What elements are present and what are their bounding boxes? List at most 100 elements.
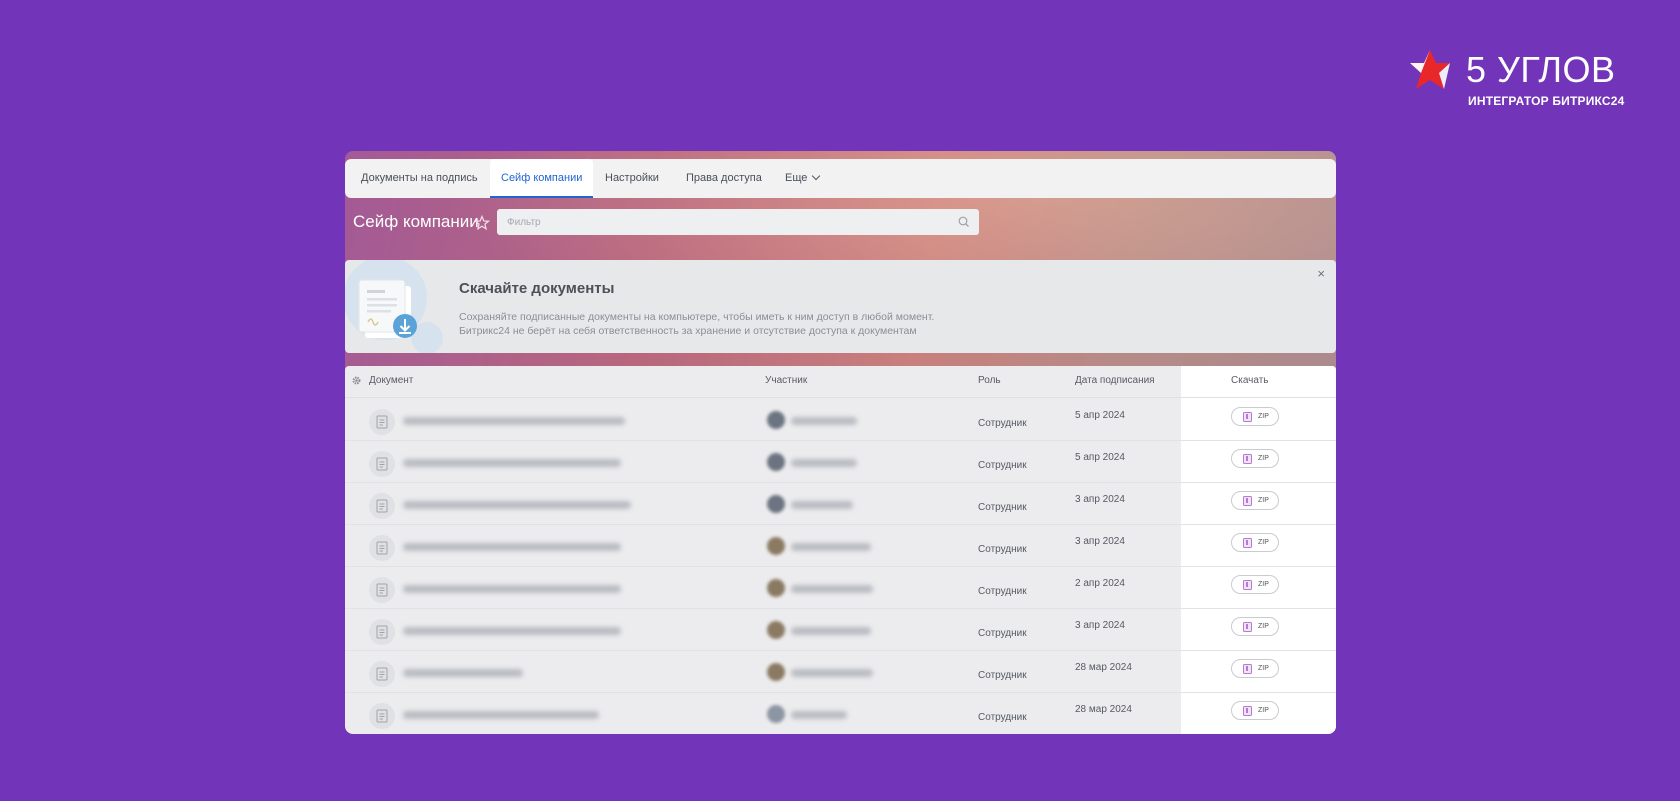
document-icon [369, 409, 395, 435]
role-cell: Сотрудник [978, 628, 1027, 639]
column-header-date[interactable]: Дата подписания [1075, 375, 1155, 386]
role-cell: Сотрудник [978, 586, 1027, 597]
filter-input[interactable] [497, 209, 979, 235]
zip-download-button[interactable]: ZIP [1231, 449, 1279, 468]
role-cell: Сотрудник [978, 502, 1027, 513]
close-icon[interactable]: × [1317, 266, 1325, 281]
participant-name-blurred[interactable] [791, 501, 853, 509]
table-row[interactable]: Сотрудник 2 апр 2024 ZIP [345, 566, 1336, 609]
document-name-blurred[interactable] [403, 711, 599, 719]
participant-name-blurred[interactable] [791, 459, 857, 467]
role-cell: Сотрудник [978, 670, 1027, 681]
avatar [767, 705, 785, 723]
avatar [767, 579, 785, 597]
zip-download-button[interactable]: ZIP [1231, 701, 1279, 720]
zip-download-button[interactable]: ZIP [1231, 575, 1279, 594]
zip-download-button[interactable]: ZIP [1231, 533, 1279, 552]
zip-label: ZIP [1258, 413, 1269, 420]
document-name-blurred[interactable] [403, 417, 625, 425]
column-header-document[interactable]: Документ [369, 375, 413, 386]
document-icon [369, 535, 395, 561]
avatar [767, 453, 785, 471]
document-icon [369, 703, 395, 729]
participant-name-blurred[interactable] [791, 711, 847, 719]
date-cell: 5 апр 2024 [1075, 452, 1125, 463]
document-name-blurred[interactable] [403, 543, 621, 551]
document-icon [369, 619, 395, 645]
zip-download-button[interactable]: ZIP [1231, 659, 1279, 678]
participant-name-blurred[interactable] [791, 585, 873, 593]
participant-name-blurred[interactable] [791, 417, 857, 425]
document-name-blurred[interactable] [403, 669, 523, 677]
star-logo-icon [1410, 50, 1450, 89]
date-cell: 3 апр 2024 [1075, 494, 1125, 505]
table-row[interactable]: Сотрудник 5 апр 2024 ZIP [345, 440, 1336, 483]
date-cell: 28 мар 2024 [1075, 704, 1132, 715]
document-icon [369, 451, 395, 477]
banner-text: Сохраняйте подписанные документы на комп… [459, 310, 934, 338]
page-title: Сейф компании [353, 212, 479, 231]
tab-bar: Документы на подпись Сейф компании Настр… [345, 159, 1336, 198]
zip-file-icon [1243, 706, 1252, 716]
avatar [767, 621, 785, 639]
participant-name-blurred[interactable] [791, 543, 871, 551]
table-row[interactable]: Сотрудник 3 апр 2024 ZIP [345, 482, 1336, 525]
date-cell: 3 апр 2024 [1075, 620, 1125, 631]
participant-name-blurred[interactable] [791, 627, 871, 635]
tab-documents-to-sign[interactable]: Документы на подпись [361, 159, 478, 198]
tab-company-safe[interactable]: Сейф компании [490, 159, 594, 198]
column-header-participant[interactable]: Участник [765, 375, 807, 386]
zip-label: ZIP [1258, 455, 1269, 462]
brand-name: 5 УГЛОВ [1466, 49, 1616, 90]
zip-label: ZIP [1258, 623, 1269, 630]
tab-more[interactable]: Еще [785, 159, 821, 198]
zip-file-icon [1243, 580, 1252, 590]
participant-name-blurred[interactable] [791, 669, 873, 677]
banner-title: Скачайте документы [459, 280, 615, 297]
table-row[interactable]: Сотрудник 3 апр 2024 ZIP [345, 524, 1336, 567]
role-cell: Сотрудник [978, 418, 1027, 429]
zip-label: ZIP [1258, 539, 1269, 546]
chevron-down-icon [812, 171, 821, 181]
document-name-blurred[interactable] [403, 627, 621, 635]
favorite-star-icon[interactable] [474, 215, 490, 231]
download-banner: Скачайте документы Сохраняйте подписанны… [345, 260, 1336, 353]
zip-label: ZIP [1258, 707, 1269, 714]
date-cell: 3 апр 2024 [1075, 536, 1125, 547]
date-cell: 28 мар 2024 [1075, 662, 1132, 673]
avatar [767, 411, 785, 429]
zip-download-button[interactable]: ZIP [1231, 617, 1279, 636]
column-header-download: Скачать [1231, 375, 1269, 386]
app-window: Документы на подпись Сейф компании Настр… [345, 151, 1336, 734]
avatar [767, 495, 785, 513]
zip-file-icon [1243, 664, 1252, 674]
avatar [767, 663, 785, 681]
date-cell: 2 апр 2024 [1075, 578, 1125, 589]
document-icon [369, 661, 395, 687]
tab-settings[interactable]: Настройки [605, 159, 659, 198]
brand-logo: 5 УГЛОВ ИНТЕГРАТОР БИТРИКС24 [1408, 48, 1624, 110]
zip-file-icon [1243, 538, 1252, 548]
document-icon [369, 577, 395, 603]
column-header-role[interactable]: Роль [978, 375, 1001, 386]
zip-file-icon [1243, 622, 1252, 632]
zip-file-icon [1243, 412, 1252, 422]
zip-download-button[interactable]: ZIP [1231, 491, 1279, 510]
zip-download-button[interactable]: ZIP [1231, 407, 1279, 426]
document-name-blurred[interactable] [403, 585, 621, 593]
role-cell: Сотрудник [978, 544, 1027, 555]
table-row[interactable]: Сотрудник 28 мар 2024 ZIP [345, 692, 1336, 734]
table-header: Документ Участник Роль Дата подписания С… [345, 366, 1336, 398]
table-row[interactable]: Сотрудник 5 апр 2024 ZIP [345, 398, 1336, 441]
tab-access-rights[interactable]: Права доступа [686, 159, 762, 198]
zip-label: ZIP [1258, 665, 1269, 672]
zip-label: ZIP [1258, 581, 1269, 588]
table-row[interactable]: Сотрудник 3 апр 2024 ZIP [345, 608, 1336, 651]
search-icon[interactable] [957, 215, 971, 229]
date-cell: 5 апр 2024 [1075, 410, 1125, 421]
document-name-blurred[interactable] [403, 501, 631, 509]
table-row[interactable]: Сотрудник 28 мар 2024 ZIP [345, 650, 1336, 693]
avatar [767, 537, 785, 555]
document-name-blurred[interactable] [403, 459, 621, 467]
gear-icon[interactable] [351, 375, 362, 386]
